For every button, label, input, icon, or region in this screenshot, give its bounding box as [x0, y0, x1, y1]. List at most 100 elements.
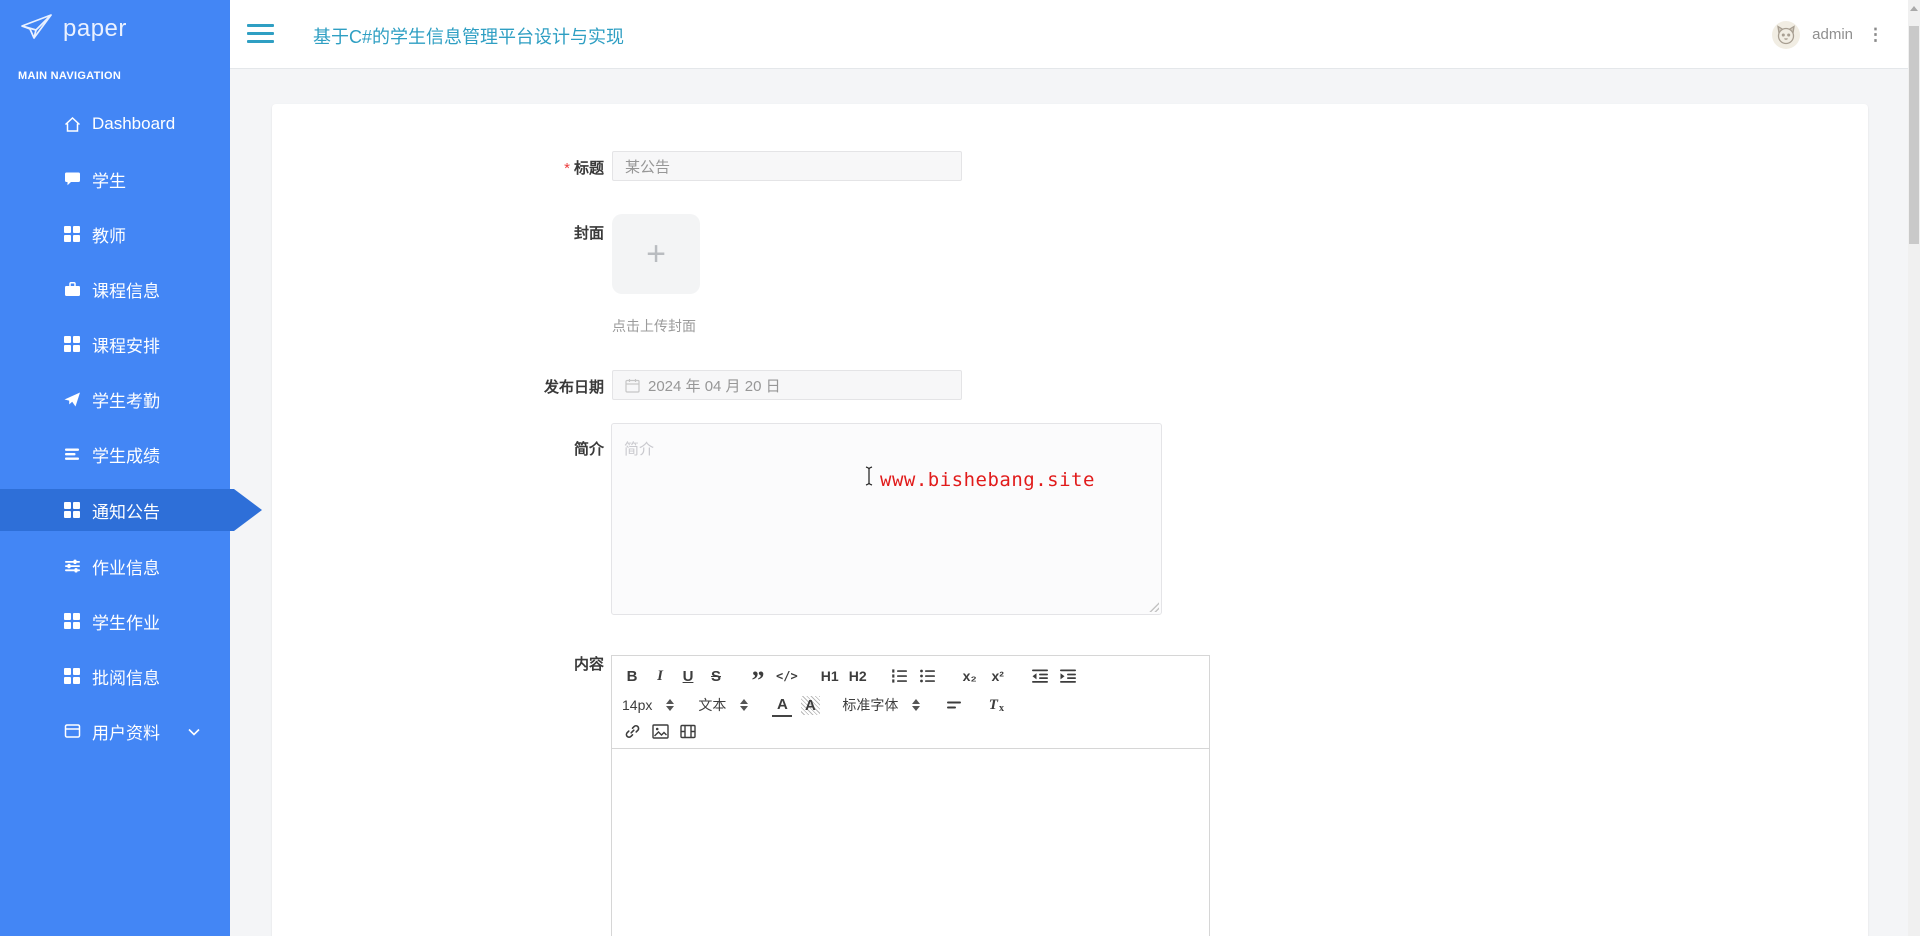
link-icon[interactable]	[622, 719, 642, 743]
select-arrows-icon	[740, 699, 749, 711]
app-logo[interactable]: paper	[18, 10, 127, 47]
main-navigation: Dashboard 学生 教师 课程信息 课程安排 学生考勤 学生成绩 通知公告…	[0, 104, 262, 766]
user-menu[interactable]: admin ⋮	[1772, 0, 1886, 69]
sidebar-item-attendance[interactable]: 学生考勤	[0, 379, 230, 419]
sidebar-item-label: Dashboard	[92, 114, 176, 133]
sidebar: paper MAIN NAVIGATION Dashboard 学生 教师 课程…	[0, 0, 262, 936]
sidebar-item-review-info[interactable]: 批阅信息	[0, 656, 230, 696]
subscript-button[interactable]: x₂	[960, 664, 980, 688]
sidebar-item-dashboard[interactable]: Dashboard	[0, 104, 230, 144]
sidebar-item-label: 作业信息	[92, 558, 160, 578]
title-label: * 标题	[564, 160, 604, 177]
sidebar-item-user-profile[interactable]: 用户资料	[0, 711, 230, 751]
page-title: 基于C#的学生信息管理平台设计与实现	[313, 27, 625, 47]
sidebar-item-students[interactable]: 学生	[0, 159, 230, 199]
intro-textarea[interactable]: 简介 www.bishebang.site	[611, 423, 1162, 615]
logo-text: paper	[63, 14, 127, 42]
text-cursor-icon	[864, 466, 874, 491]
briefcase-icon	[63, 281, 81, 298]
sidebar-item-label: 通知公告	[92, 502, 160, 522]
font-size-select[interactable]: 14px	[622, 697, 675, 713]
image-icon[interactable]	[650, 719, 670, 743]
paper-plane-icon	[18, 10, 56, 47]
bold-button[interactable]: B	[622, 664, 642, 688]
cover-upload-hint: 点击上传封面	[612, 318, 696, 334]
sidebar-item-label: 批阅信息	[92, 668, 160, 688]
page-scrollbar[interactable]	[1908, 0, 1920, 936]
superscript-button[interactable]: x²	[988, 664, 1008, 688]
select-arrows-icon	[666, 699, 675, 711]
sidebar-item-notices[interactable]: 通知公告	[0, 489, 262, 531]
title-input[interactable]: 某公告	[612, 151, 962, 181]
underline-button[interactable]: U	[678, 664, 698, 688]
publish-date-value: 2024 年 04 月 20 日	[648, 377, 781, 395]
scrollbar-thumb[interactable]	[1909, 26, 1919, 244]
sidebar-item-course-info[interactable]: 课程信息	[0, 269, 230, 309]
grid-icon	[63, 668, 81, 685]
text-color-button[interactable]: A	[772, 693, 793, 717]
publish-date-label: 发布日期	[543, 379, 604, 396]
header-1-button[interactable]: H1	[820, 664, 840, 688]
select-arrows-icon	[912, 699, 921, 711]
avatar[interactable]	[1772, 20, 1801, 49]
sidebar-item-homework-info[interactable]: 作业信息	[0, 546, 230, 586]
plus-icon: +	[646, 235, 666, 273]
bullet-list-icon[interactable]	[918, 664, 938, 688]
align-icon[interactable]	[944, 693, 964, 717]
background-color-button[interactable]: A	[800, 693, 820, 717]
home-icon	[63, 116, 81, 133]
sliders-icon	[63, 558, 81, 575]
paragraph-select[interactable]: 文本	[698, 695, 749, 715]
sidebar-item-label: 学生作业	[92, 613, 160, 633]
editor-content-area[interactable]	[612, 749, 1209, 936]
sidebar-item-grades[interactable]: 学生成绩	[0, 434, 230, 474]
username[interactable]: admin	[1812, 26, 1853, 43]
code-block-icon[interactable]	[776, 664, 798, 688]
kebab-menu-icon[interactable]: ⋮	[1865, 22, 1886, 47]
sidebar-item-course-schedule[interactable]: 课程安排	[0, 324, 230, 364]
intro-label: 简介	[573, 441, 604, 458]
content-label: 内容	[573, 656, 604, 673]
blockquote-icon[interactable]	[748, 664, 768, 688]
sidebar-item-label: 用户资料	[92, 723, 160, 743]
comment-icon	[63, 171, 81, 188]
clean-format-button[interactable]: Tx	[986, 693, 1006, 717]
header-2-button[interactable]: H2	[848, 664, 868, 688]
indent-icon[interactable]	[1058, 664, 1078, 688]
grid-icon	[63, 226, 81, 243]
sidebar-item-label: 学生	[92, 171, 126, 191]
rich-text-editor: B I U S H1 H2 x₂ x²	[611, 655, 1210, 936]
sidebar-item-label: 课程信息	[92, 281, 160, 301]
sidebar-item-label: 学生考勤	[92, 391, 160, 411]
grid-icon	[63, 613, 81, 630]
cover-upload-button[interactable]: +	[612, 214, 700, 294]
send-icon	[63, 391, 81, 408]
italic-button[interactable]: I	[650, 664, 670, 688]
chevron-down-icon	[188, 721, 200, 741]
ordered-list-icon[interactable]	[890, 664, 910, 688]
sidebar-item-student-homework[interactable]: 学生作业	[0, 601, 230, 641]
font-family-select[interactable]: 标准字体	[842, 695, 921, 715]
window-icon	[63, 723, 81, 740]
watermark-text: www.bishebang.site	[880, 469, 1095, 491]
publish-date-input[interactable]: 2024 年 04 月 20 日	[612, 370, 962, 400]
required-asterisk: *	[564, 160, 570, 177]
grid-icon	[63, 336, 81, 353]
menu-toggle-button[interactable]	[247, 24, 274, 48]
title-input-value: 某公告	[625, 158, 671, 176]
sidebar-item-label: 教师	[92, 226, 126, 246]
announcement-form-card: * 标题 某公告 封面 + 点击上传封面 发布日期 2024 年 04 月 20 …	[272, 104, 1868, 936]
grid-icon	[63, 502, 81, 519]
top-header: 基于C#的学生信息管理平台设计与实现 admin ⋮	[230, 0, 1920, 69]
cover-label: 封面	[573, 225, 604, 242]
intro-placeholder: 简介	[624, 441, 655, 458]
scrollbar-up-arrow[interactable]	[1910, 6, 1918, 11]
editor-toolbar: B I U S H1 H2 x₂ x²	[612, 656, 1209, 749]
list-icon	[63, 446, 81, 463]
calendar-icon	[625, 378, 640, 393]
sidebar-item-label: 课程安排	[92, 336, 160, 356]
strike-button[interactable]: S	[706, 664, 726, 688]
outdent-icon[interactable]	[1030, 664, 1050, 688]
video-icon[interactable]	[678, 719, 698, 743]
sidebar-item-teachers[interactable]: 教师	[0, 214, 230, 254]
